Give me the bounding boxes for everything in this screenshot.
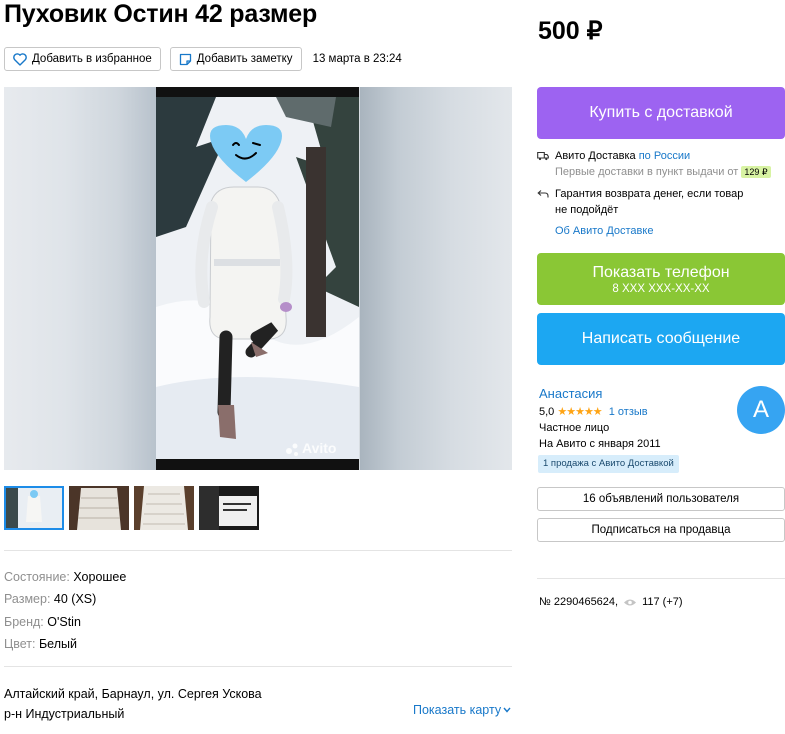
rating-stars: ★★★★★ [557,406,602,418]
masked-phone-number: 8 XXX XXX-XX-XX [612,282,710,295]
write-message-button[interactable]: Написать сообщение [537,313,785,365]
seller-reviews-link[interactable]: 1 отзыв [609,406,648,418]
heart-icon [13,52,27,66]
avito-watermark: Avito [302,440,337,456]
first-delivery-text: Первые доставки в пункт выдачи от [555,166,739,178]
main-photo[interactable]: Avito [156,87,359,470]
thumbnail-4[interactable] [199,486,259,530]
seller-name-link[interactable]: Анастасия [539,385,679,402]
seller-type: Частное лицо [539,422,610,434]
seller-rating: 5,0 [539,406,555,418]
param-color: Цвет: Белый [4,636,77,651]
buy-with-delivery-button[interactable]: Купить с доставкой [537,87,785,139]
seller-since: На Авито с января 2011 [539,438,661,450]
thumbnail-3[interactable] [134,486,194,530]
divider [537,578,785,579]
seller-info: Анастасия 5,0 ★★★★★ 1 отзыв Частное лицо… [538,385,679,473]
main-photo-image [156,87,359,470]
param-size: Размер: 40 (XS) [4,592,97,607]
first-delivery-price: 129 ₽ [741,166,771,178]
listing-id: № 2290465624, [539,596,619,608]
about-delivery-link[interactable]: Об Авито Доставке [555,223,743,239]
delivery-scope-link[interactable]: по России [639,150,690,162]
param-brand: Бренд: O'Stin [4,614,81,629]
thumbnail-strip [4,486,259,530]
add-to-favorites-label: Добавить в избранное [32,53,152,65]
photo-gallery[interactable]: Avito [4,87,512,470]
show-map-label: Показать карту [413,703,502,717]
guarantee-row: Гарантия возврата денег, если товар не п… [537,186,785,239]
listing-price: 500 ₽ [538,17,603,45]
address: Алтайский край, Барнаул, ул. Сергея Уско… [4,684,262,724]
add-note-button[interactable]: Добавить заметку [169,47,302,71]
thumbnail-1[interactable] [4,486,64,530]
guarantee-line-2: не подойдёт [555,204,619,216]
subscribe-seller-button[interactable]: Подписаться на продавца [537,518,785,542]
listing-title: Пуховик Остин 42 размер [4,0,318,28]
show-phone-label: Показать телефон [592,263,730,281]
gallery-blur-right [360,87,512,470]
return-arrow-icon [537,186,549,239]
address-line-2: р-н Индустриальный [4,707,125,721]
guarantee-line-1: Гарантия возврата денег, если товар [555,188,744,200]
divider [4,666,512,667]
add-to-favorites-button[interactable]: Добавить в избранное [4,47,161,71]
seller-avatar[interactable]: А [737,386,785,434]
user-ads-button[interactable]: 16 объявлений пользователя [537,487,785,511]
delivery-sales-badge: 1 продажа с Авито Доставкой [538,455,679,473]
delivery-info: Авито Доставка по России Первые доставки… [537,148,785,239]
eye-icon [624,599,637,605]
param-condition: Состояние: Хорошее [4,570,127,584]
gallery-blur-left [4,87,156,470]
listing-meta: № 2290465624, 117 (+7) [539,596,683,608]
item-params: Состояние: Хорошее Размер: 40 (XS) Бренд… [4,566,126,655]
truck-icon [537,148,549,180]
add-note-label: Добавить заметку [196,53,293,65]
show-phone-button[interactable]: Показать телефон 8 XXX XXX-XX-XX [537,253,785,305]
view-count: 117 (+7) [642,596,683,608]
show-map-link[interactable]: Показать карту [413,703,511,717]
delivery-service: Авито Доставка [555,150,636,162]
chevron-down-icon [503,707,511,713]
listing-date: 13 марта в 23:24 [312,53,402,65]
divider [4,550,512,551]
note-icon [179,53,191,65]
listing-actions: Добавить в избранное Добавить заметку 13… [4,47,402,71]
address-line-1: Алтайский край, Барнаул, ул. Сергея Уско… [4,687,262,701]
delivery-row: Авито Доставка по России Первые доставки… [537,148,785,180]
thumbnail-2[interactable] [69,486,129,530]
